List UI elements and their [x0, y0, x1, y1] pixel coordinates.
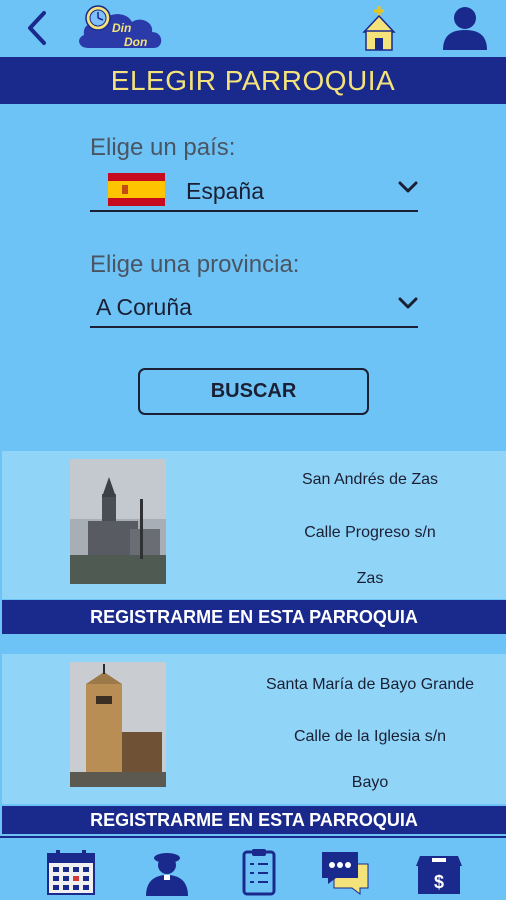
church-photo [70, 459, 166, 584]
register-parish-button[interactable]: REGISTRARME EN ESTA PARROQUIA [2, 600, 506, 634]
back-arrow-icon[interactable] [22, 8, 52, 48]
province-label: Elige una provincia: [90, 251, 300, 278]
chevron-down-icon[interactable] [398, 296, 418, 310]
bottom-nav: $ [0, 836, 506, 900]
province-value: A Coruña [96, 294, 192, 320]
spain-flag-icon [108, 173, 165, 206]
top-bar: Din Don [0, 0, 506, 57]
parish-card[interactable]: Santa María de Bayo Grande Calle de la I… [2, 654, 506, 804]
province-select[interactable]: A Coruña [90, 284, 418, 328]
dollar-sign: $ [434, 872, 444, 892]
church-icon[interactable] [358, 4, 400, 52]
user-profile-icon[interactable] [440, 4, 490, 52]
country-select[interactable]: España [90, 168, 418, 212]
search-button[interactable]: BUSCAR [138, 368, 369, 415]
church-photo [70, 662, 166, 787]
parish-name: Santa María de Bayo Grande [265, 676, 475, 693]
parish-town: Zas [356, 570, 384, 587]
parish-address: Calle Progreso s/n [304, 524, 436, 541]
parish-town: Bayo [351, 774, 389, 791]
page-title: ELEGIR PARROQUIA [110, 65, 396, 96]
chevron-down-icon[interactable] [398, 180, 418, 194]
logo-text-don: Don [124, 35, 147, 49]
parish-name: San Andrés de Zas [301, 471, 439, 488]
checklist-icon[interactable] [234, 848, 284, 896]
chat-icon[interactable] [320, 848, 370, 896]
country-label: Elige un país: [90, 134, 236, 161]
donation-box-icon[interactable]: $ [414, 848, 464, 896]
parish-card[interactable]: San Andrés de Zas Calle Progreso s/n Zas [2, 451, 506, 599]
logo-text-din: Din [112, 21, 131, 35]
app-logo: Din Don [79, 5, 162, 49]
title-bar: ELEGIR PARROQUIA [0, 57, 506, 104]
priest-icon[interactable] [142, 848, 192, 896]
country-value: España [186, 178, 265, 204]
register-parish-button[interactable]: REGISTRARME EN ESTA PARROQUIA [2, 806, 506, 834]
parish-address: Calle de la Iglesia s/n [293, 728, 447, 745]
calendar-icon[interactable] [46, 848, 96, 896]
